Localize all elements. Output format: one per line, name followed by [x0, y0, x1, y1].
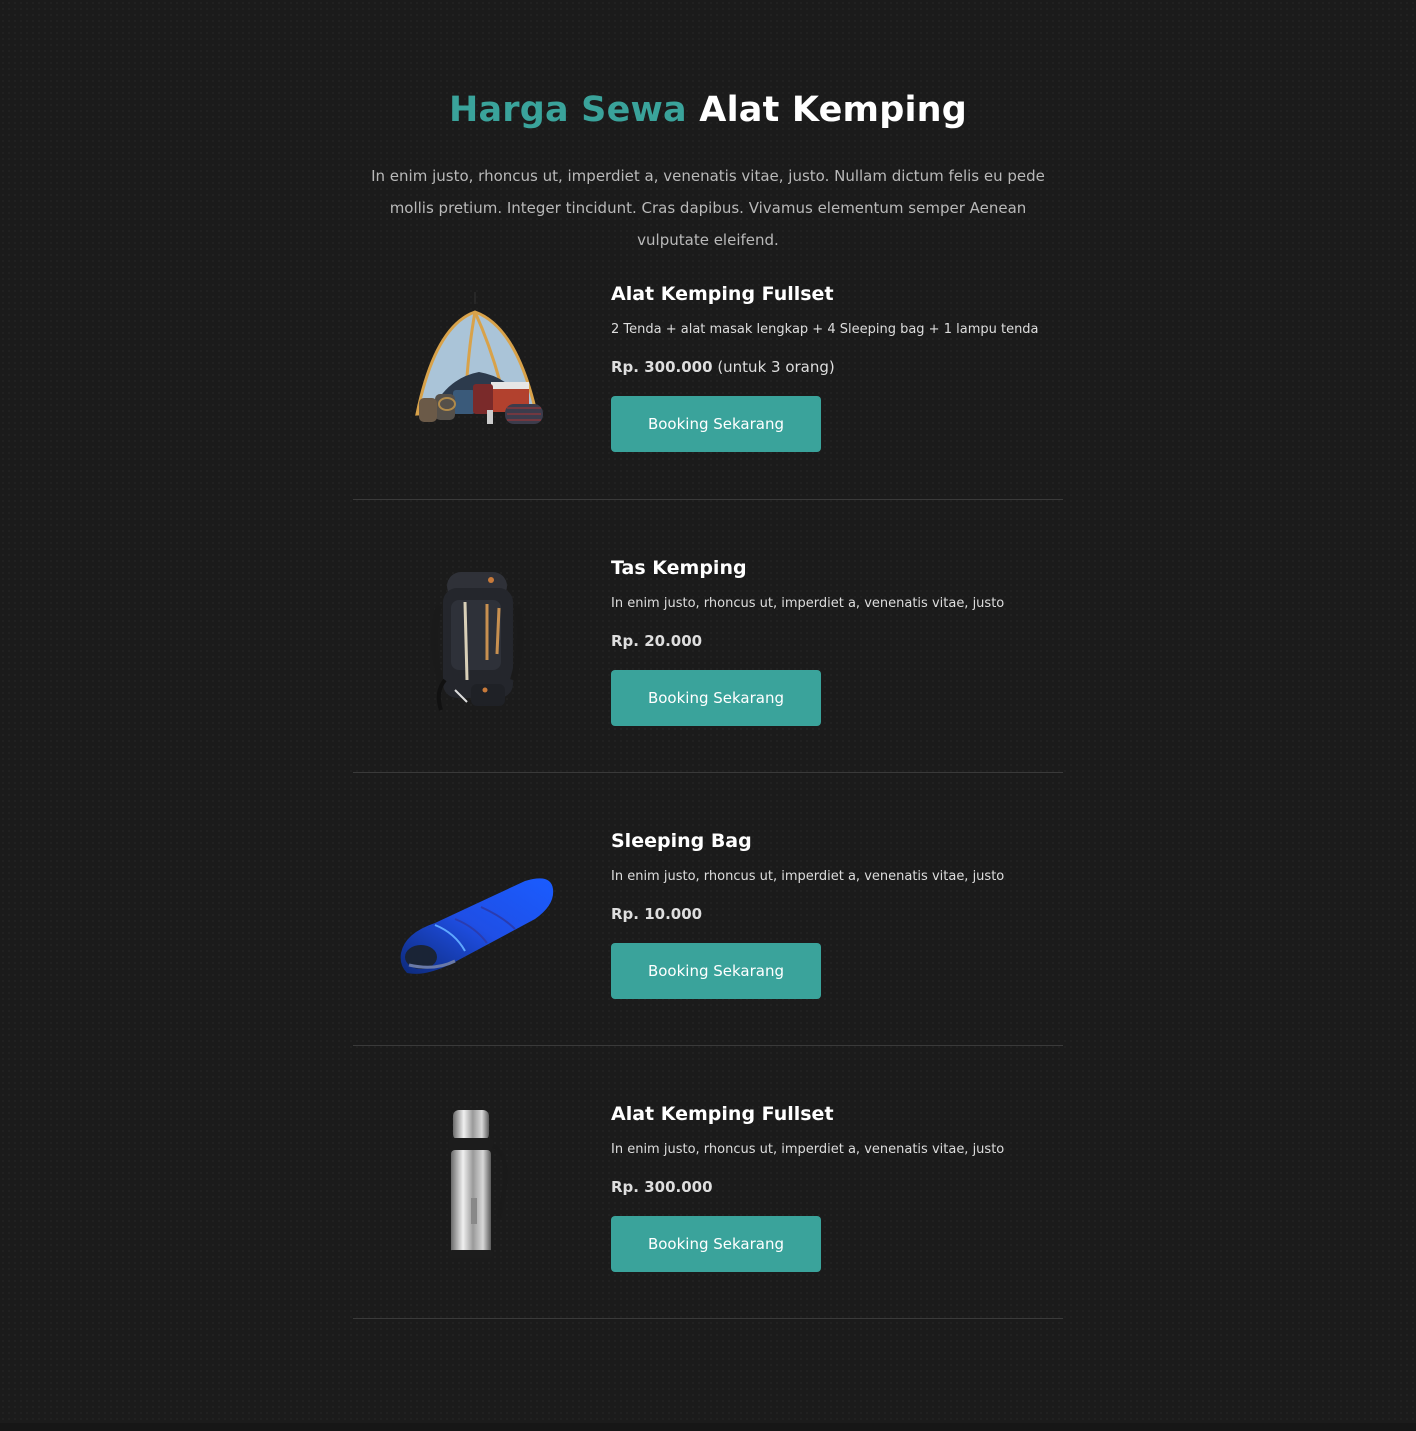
product-name: Alat Kemping Fullset	[611, 1103, 834, 1125]
product-name: Alat Kemping Fullset	[611, 283, 834, 305]
thermos-icon	[395, 1106, 555, 1266]
booking-button[interactable]: Booking Sekarang	[611, 670, 821, 726]
page-title: Harga Sewa Alat Kemping	[0, 86, 1416, 134]
product-item: Alat Kemping Fullset In enim justo, rhon…	[353, 1046, 1063, 1319]
product-price-line: Rp. 20.000	[611, 630, 1051, 652]
tent-icon	[395, 286, 555, 446]
product-item: Alat Kemping Fullset 2 Tenda + alat masa…	[353, 226, 1063, 500]
product-price: Rp. 300.000	[611, 1178, 713, 1196]
product-list: Alat Kemping Fullset 2 Tenda + alat masa…	[353, 226, 1063, 1319]
booking-button[interactable]: Booking Sekarang	[611, 1216, 821, 1272]
product-price-line: Rp. 300.000 (untuk 3 orang)	[611, 356, 1051, 378]
product-price-line: Rp. 300.000	[611, 1176, 1051, 1198]
backpack-icon	[395, 560, 555, 720]
sleeping-bag-icon	[395, 833, 555, 993]
page-title-rest: Alat Kemping	[699, 90, 968, 130]
product-description: In enim justo, rhoncus ut, imperdiet a, …	[611, 869, 1005, 884]
pricing-page: Harga Sewa Alat Kemping In enim justo, r…	[0, 0, 1416, 1431]
product-item: Sleeping Bag In enim justo, rhoncus ut, …	[353, 773, 1063, 1046]
product-price: Rp. 20.000	[611, 632, 703, 650]
product-price: Rp. 10.000	[611, 905, 703, 923]
product-price: Rp. 300.000	[611, 358, 713, 376]
page-title-accent: Harga Sewa	[448, 90, 687, 130]
product-name: Sleeping Bag	[611, 830, 752, 852]
product-price-line: Rp. 10.000	[611, 903, 1051, 925]
product-name: Tas Kemping	[611, 557, 747, 579]
product-description: In enim justo, rhoncus ut, imperdiet a, …	[611, 1142, 1005, 1157]
product-description: In enim justo, rhoncus ut, imperdiet a, …	[611, 596, 1005, 611]
product-info: Alat Kemping Fullset In enim justo, rhon…	[611, 1100, 1051, 1272]
product-price-note: (untuk 3 orang)	[717, 358, 835, 376]
booking-button[interactable]: Booking Sekarang	[611, 943, 821, 999]
product-item: Tas Kemping In enim justo, rhoncus ut, i…	[353, 500, 1063, 773]
footer-bar	[0, 1423, 1416, 1431]
product-info: Sleeping Bag In enim justo, rhoncus ut, …	[611, 827, 1051, 999]
product-description: 2 Tenda + alat masak lengkap + 4 Sleepin…	[611, 322, 1039, 337]
product-info: Tas Kemping In enim justo, rhoncus ut, i…	[611, 554, 1051, 726]
booking-button[interactable]: Booking Sekarang	[611, 396, 821, 452]
product-info: Alat Kemping Fullset 2 Tenda + alat masa…	[611, 280, 1051, 452]
